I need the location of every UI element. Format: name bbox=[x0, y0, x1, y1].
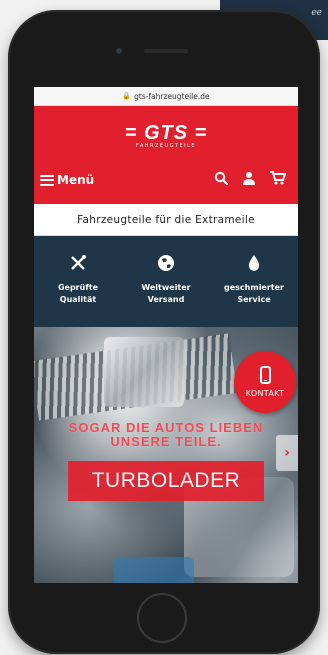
search-icon[interactable] bbox=[214, 171, 229, 189]
phone-screen: 🔒 gts-fahrzeugteile.de = GTS = FAHRZEUGT… bbox=[34, 87, 298, 583]
feature-line2: Service bbox=[237, 295, 271, 304]
headline-line2: UNSERE TEILE. bbox=[110, 434, 222, 449]
home-button[interactable] bbox=[137, 593, 187, 643]
hero-headline: SOGAR DIE AUTOS LIEBEN UNSERE TEILE. bbox=[34, 421, 298, 449]
site-logo[interactable]: = GTS = FAHRZEUGTEILE bbox=[34, 122, 298, 149]
headline-line1: SOGAR DIE AUTOS LIEBEN bbox=[68, 420, 264, 435]
hamburger-icon bbox=[40, 174, 54, 186]
speaker-grille bbox=[144, 49, 188, 53]
contact-label: KONTAKT bbox=[245, 389, 285, 398]
feature-line2: Qualität bbox=[59, 295, 97, 304]
turbolader-button[interactable]: TURBOLADER bbox=[68, 461, 264, 501]
cart-icon[interactable] bbox=[270, 171, 287, 189]
contact-button[interactable]: KONTAKT bbox=[234, 351, 296, 413]
chevron-right-icon[interactable]: › bbox=[276, 435, 298, 471]
lock-icon: 🔒 bbox=[122, 92, 132, 100]
hero-banner[interactable]: KONTAKT SOGAR DIE AUTOS LIEBEN UNSERE TE… bbox=[34, 327, 298, 583]
camera-icon bbox=[116, 48, 122, 54]
menu-label: Menü bbox=[57, 173, 95, 187]
feature-service: geschmierter Service bbox=[210, 236, 298, 327]
phone-icon bbox=[259, 366, 271, 384]
engine-image-part bbox=[104, 337, 184, 407]
logo-wordmark: = GTS = bbox=[124, 122, 208, 144]
menu-button[interactable]: Menü bbox=[34, 173, 94, 187]
logo-subtitle: FAHRZEUGTEILE bbox=[135, 143, 197, 149]
tools-icon bbox=[69, 254, 87, 276]
feature-line1: Geprüfte bbox=[57, 283, 99, 292]
tagline: Fahrzeugteile für die Extrameile bbox=[34, 204, 298, 236]
feature-line1: Weltweiter bbox=[141, 283, 191, 292]
url-text: gts-fahrzeugteile.de bbox=[134, 91, 210, 101]
engine-image-part bbox=[114, 557, 194, 583]
site-header: = GTS = FAHRZEUGTEILE Menü bbox=[34, 106, 298, 204]
header-nav: Menü bbox=[34, 168, 298, 192]
feature-quality: Geprüfte Qualität bbox=[34, 236, 122, 327]
feature-line1: geschmierter bbox=[224, 283, 284, 292]
user-icon[interactable] bbox=[242, 171, 256, 189]
feature-bar: Geprüfte Qualität Weltweiter Versand gesch… bbox=[34, 236, 298, 327]
feature-line2: Versand bbox=[147, 295, 185, 304]
oil-drop-icon bbox=[247, 254, 261, 276]
address-bar[interactable]: 🔒 gts-fahrzeugteile.de bbox=[34, 87, 298, 106]
feature-shipping: Weltweiter Versand bbox=[122, 236, 210, 327]
globe-icon bbox=[157, 254, 175, 276]
